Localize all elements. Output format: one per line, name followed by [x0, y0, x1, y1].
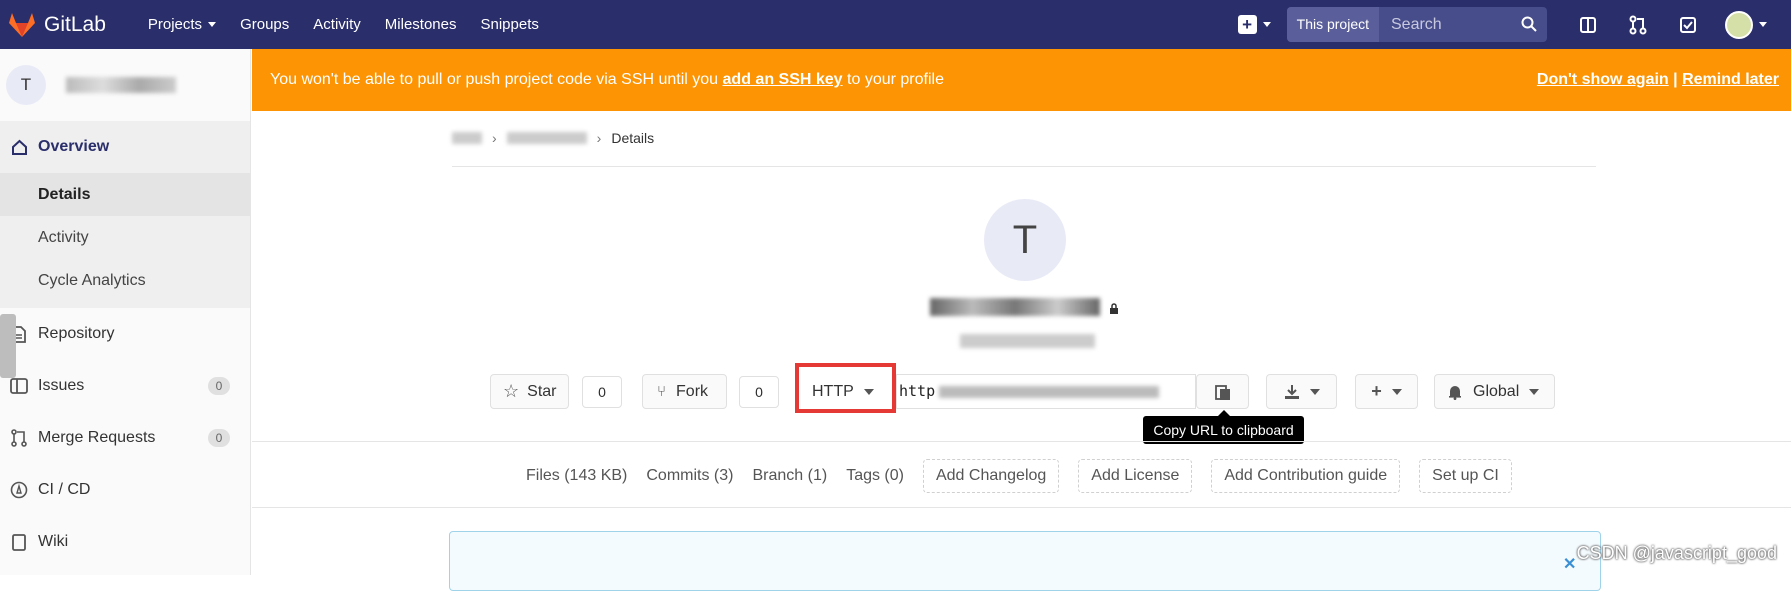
notification-dropdown[interactable]: Global	[1434, 374, 1555, 409]
new-dropdown[interactable]: +	[1237, 15, 1271, 34]
issues-count-badge: 0	[208, 377, 230, 395]
sidebar-item-repository[interactable]: Repository	[0, 310, 250, 358]
chevron-down-icon	[1529, 388, 1540, 395]
nav-groups[interactable]: Groups	[240, 16, 289, 33]
star-icon: ☆	[503, 381, 520, 401]
overview-section: Overview Details Activity Cycle Analytic…	[0, 121, 250, 308]
home-icon	[10, 139, 28, 155]
sidebar-item-details[interactable]: Details	[0, 173, 250, 216]
setup-ci-button[interactable]: Set up CI	[1419, 459, 1512, 493]
project-sidebar: T Overview Details Activity Cycle Analyt…	[0, 49, 251, 575]
url-redacted	[939, 385, 1160, 398]
project-stats: Files (143 KB) Commits (3) Branch (1) Ta…	[252, 459, 1791, 493]
add-ssh-key-link[interactable]: add an SSH key	[723, 71, 843, 89]
info-alert	[449, 531, 1601, 591]
nav-milestones[interactable]: Milestones	[385, 16, 457, 33]
brand-name: GitLab	[44, 12, 106, 36]
project-title-redacted	[930, 298, 1100, 316]
todo-check-icon[interactable]	[1679, 16, 1697, 34]
branch-link[interactable]: Branch (1)	[752, 467, 827, 485]
close-icon[interactable]: ✕	[1563, 554, 1576, 574]
sidebar-scrollbar[interactable]	[0, 314, 16, 378]
issues-icon	[10, 378, 28, 394]
search-input[interactable]: Search	[1379, 7, 1547, 42]
project-description-redacted	[960, 334, 1095, 348]
copy-url-tooltip: Copy URL to clipboard	[1143, 410, 1304, 444]
watermark: CSDN @javascript_good	[1576, 543, 1777, 563]
tags-link[interactable]: Tags (0)	[846, 467, 904, 485]
merge-requests-count-badge: 0	[208, 429, 230, 447]
add-contribution-guide-button[interactable]: Add Contribution guide	[1211, 459, 1401, 493]
rocket-icon	[10, 481, 28, 499]
chevron-down-icon	[1759, 22, 1767, 27]
chevron-down-icon	[1309, 388, 1320, 395]
divider	[252, 507, 1791, 508]
bell-icon	[1449, 385, 1461, 400]
copy-url-button[interactable]	[1196, 374, 1249, 409]
sidebar-item-cycle-analytics[interactable]: Cycle Analytics	[0, 259, 250, 302]
sidebar-item-ci-cd[interactable]: CI / CD	[0, 466, 250, 514]
nav-activity[interactable]: Activity	[313, 16, 361, 33]
user-menu[interactable]	[1725, 10, 1767, 39]
project-name-redacted	[66, 77, 176, 93]
project-avatar-large: T	[984, 199, 1066, 281]
search-icon	[1521, 16, 1537, 32]
merge-request-icon[interactable]	[1629, 15, 1647, 35]
top-navbar: GitLab Projects Groups Activity Mileston…	[0, 0, 1791, 49]
lock-icon	[1110, 303, 1118, 314]
nav-projects[interactable]: Projects	[148, 16, 217, 33]
sidebar-item-wiki[interactable]: Wiki	[0, 518, 250, 566]
project-avatar: T	[6, 65, 46, 105]
breadcrumb: › › Details	[452, 130, 654, 146]
search-box[interactable]: This project Search	[1286, 7, 1547, 42]
fork-button[interactable]: ⑂ Fork	[642, 374, 727, 409]
issues-nav-icon[interactable]	[1579, 16, 1597, 34]
user-avatar	[1725, 10, 1753, 39]
sidebar-item-overview[interactable]: Overview	[0, 121, 250, 173]
breadcrumb-project-redacted[interactable]	[506, 132, 587, 144]
sidebar-item-activity[interactable]: Activity	[0, 216, 250, 259]
clone-url-input[interactable]: http	[896, 374, 1196, 409]
highlight-box	[795, 363, 896, 413]
divider	[252, 441, 1791, 442]
ssh-key-banner: You won't be able to pull or push projec…	[252, 49, 1791, 111]
clipboard-icon	[1214, 384, 1230, 400]
dont-show-again-link[interactable]: Don't show again	[1537, 71, 1669, 88]
chevron-down-icon	[208, 22, 217, 27]
add-dropdown[interactable]: +	[1355, 374, 1418, 409]
breadcrumb-current: Details	[611, 130, 655, 146]
files-link[interactable]: Files (143 KB)	[526, 467, 627, 485]
star-button[interactable]: ☆ Star	[490, 374, 569, 409]
breadcrumb-separator: ›	[492, 130, 497, 146]
add-license-button[interactable]: Add License	[1078, 459, 1193, 493]
plus-square-icon: +	[1237, 15, 1257, 34]
book-icon	[10, 533, 28, 551]
commits-link[interactable]: Commits (3)	[646, 467, 733, 485]
nav-snippets[interactable]: Snippets	[480, 16, 538, 33]
merge-request-icon	[10, 429, 28, 447]
chevron-down-icon	[1391, 388, 1402, 395]
sidebar-project-header[interactable]: T	[0, 49, 250, 121]
remind-later-link[interactable]: Remind later	[1682, 71, 1779, 88]
breadcrumb-separator: ›	[596, 130, 602, 146]
fork-count[interactable]: 0	[739, 376, 779, 408]
sidebar-item-merge-requests[interactable]: Merge Requests 0	[0, 414, 250, 462]
search-scope[interactable]: This project	[1286, 7, 1379, 42]
add-changelog-button[interactable]: Add Changelog	[922, 459, 1060, 493]
gitlab-logo[interactable]: GitLab	[8, 12, 106, 38]
fork-icon: ⑂	[657, 383, 667, 400]
breadcrumb-group-redacted[interactable]	[452, 132, 482, 144]
sidebar-item-issues[interactable]: Issues 0	[0, 362, 250, 410]
download-icon	[1284, 384, 1299, 399]
gitlab-fox-icon	[9, 12, 35, 37]
star-count[interactable]: 0	[582, 376, 622, 408]
download-dropdown[interactable]	[1266, 374, 1337, 409]
chevron-down-icon	[1262, 22, 1271, 27]
divider	[452, 166, 1596, 167]
plus-icon: +	[1371, 381, 1382, 401]
